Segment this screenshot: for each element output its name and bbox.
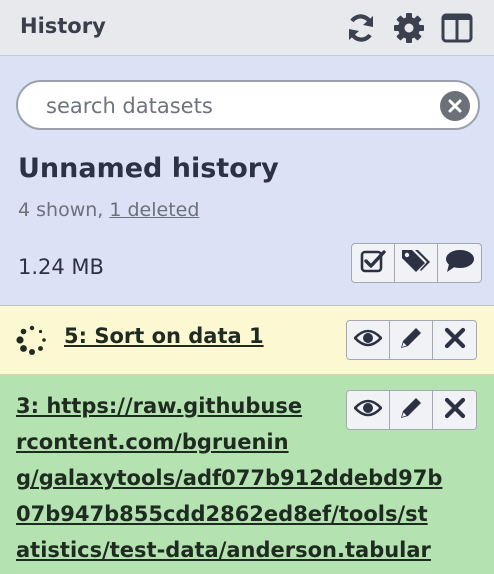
history-name[interactable]: Unnamed history [18,153,279,184]
search-box [16,80,480,130]
dataset-actions [346,320,477,360]
tags-button[interactable] [395,244,438,282]
pencil-icon [398,395,424,425]
dataset-title[interactable]: 5: Sort on data 1 [64,318,264,354]
gear-icon[interactable] [392,11,426,45]
dataset-title-line: 07b947b855cdd2862ed8ef/tools/st [16,502,428,526]
dataset-title-line: g/galaxytools/adf077b912ddebd97b [16,466,443,490]
header-icon-bar [344,11,474,45]
annotation-button[interactable] [438,244,481,282]
edit-button[interactable] [390,391,433,429]
history-size: 1.24 MB [18,255,104,279]
delete-button[interactable] [433,391,476,429]
pencil-icon [398,325,424,355]
eye-icon [353,398,383,422]
shown-count: 4 shown, [18,199,110,221]
history-actions [351,243,482,283]
columns-icon[interactable] [440,11,474,45]
panel-title: History [20,14,106,38]
clear-search-icon[interactable] [440,91,470,121]
dataset-item[interactable]: 3: https://raw.githubuse rcontent.com/bg… [0,375,494,574]
tags-icon [401,248,431,278]
dataset-actions [346,390,477,430]
annotation-icon [445,249,475,277]
deleted-link[interactable]: 1 deleted [109,199,199,221]
delete-button[interactable] [433,321,476,359]
dataset-item[interactable]: 5: Sort on data 1 [0,306,494,375]
delete-icon [444,327,466,353]
history-panel: Unnamed history 4 shown, 1 deleted 1.24 … [0,56,494,306]
select-items-icon [360,248,386,278]
delete-icon [444,397,466,423]
view-button[interactable] [347,391,390,429]
select-items-button[interactable] [352,244,395,282]
refresh-icon[interactable] [344,11,378,45]
eye-icon [353,328,383,352]
search-input[interactable] [46,92,426,120]
spinner-icon [16,324,48,356]
history-counts: 4 shown, 1 deleted [18,199,199,221]
history-header: History [0,0,494,56]
dataset-title-line: atistics/test-data/anderson.tabular [16,538,431,562]
edit-button[interactable] [390,321,433,359]
view-button[interactable] [347,321,390,359]
